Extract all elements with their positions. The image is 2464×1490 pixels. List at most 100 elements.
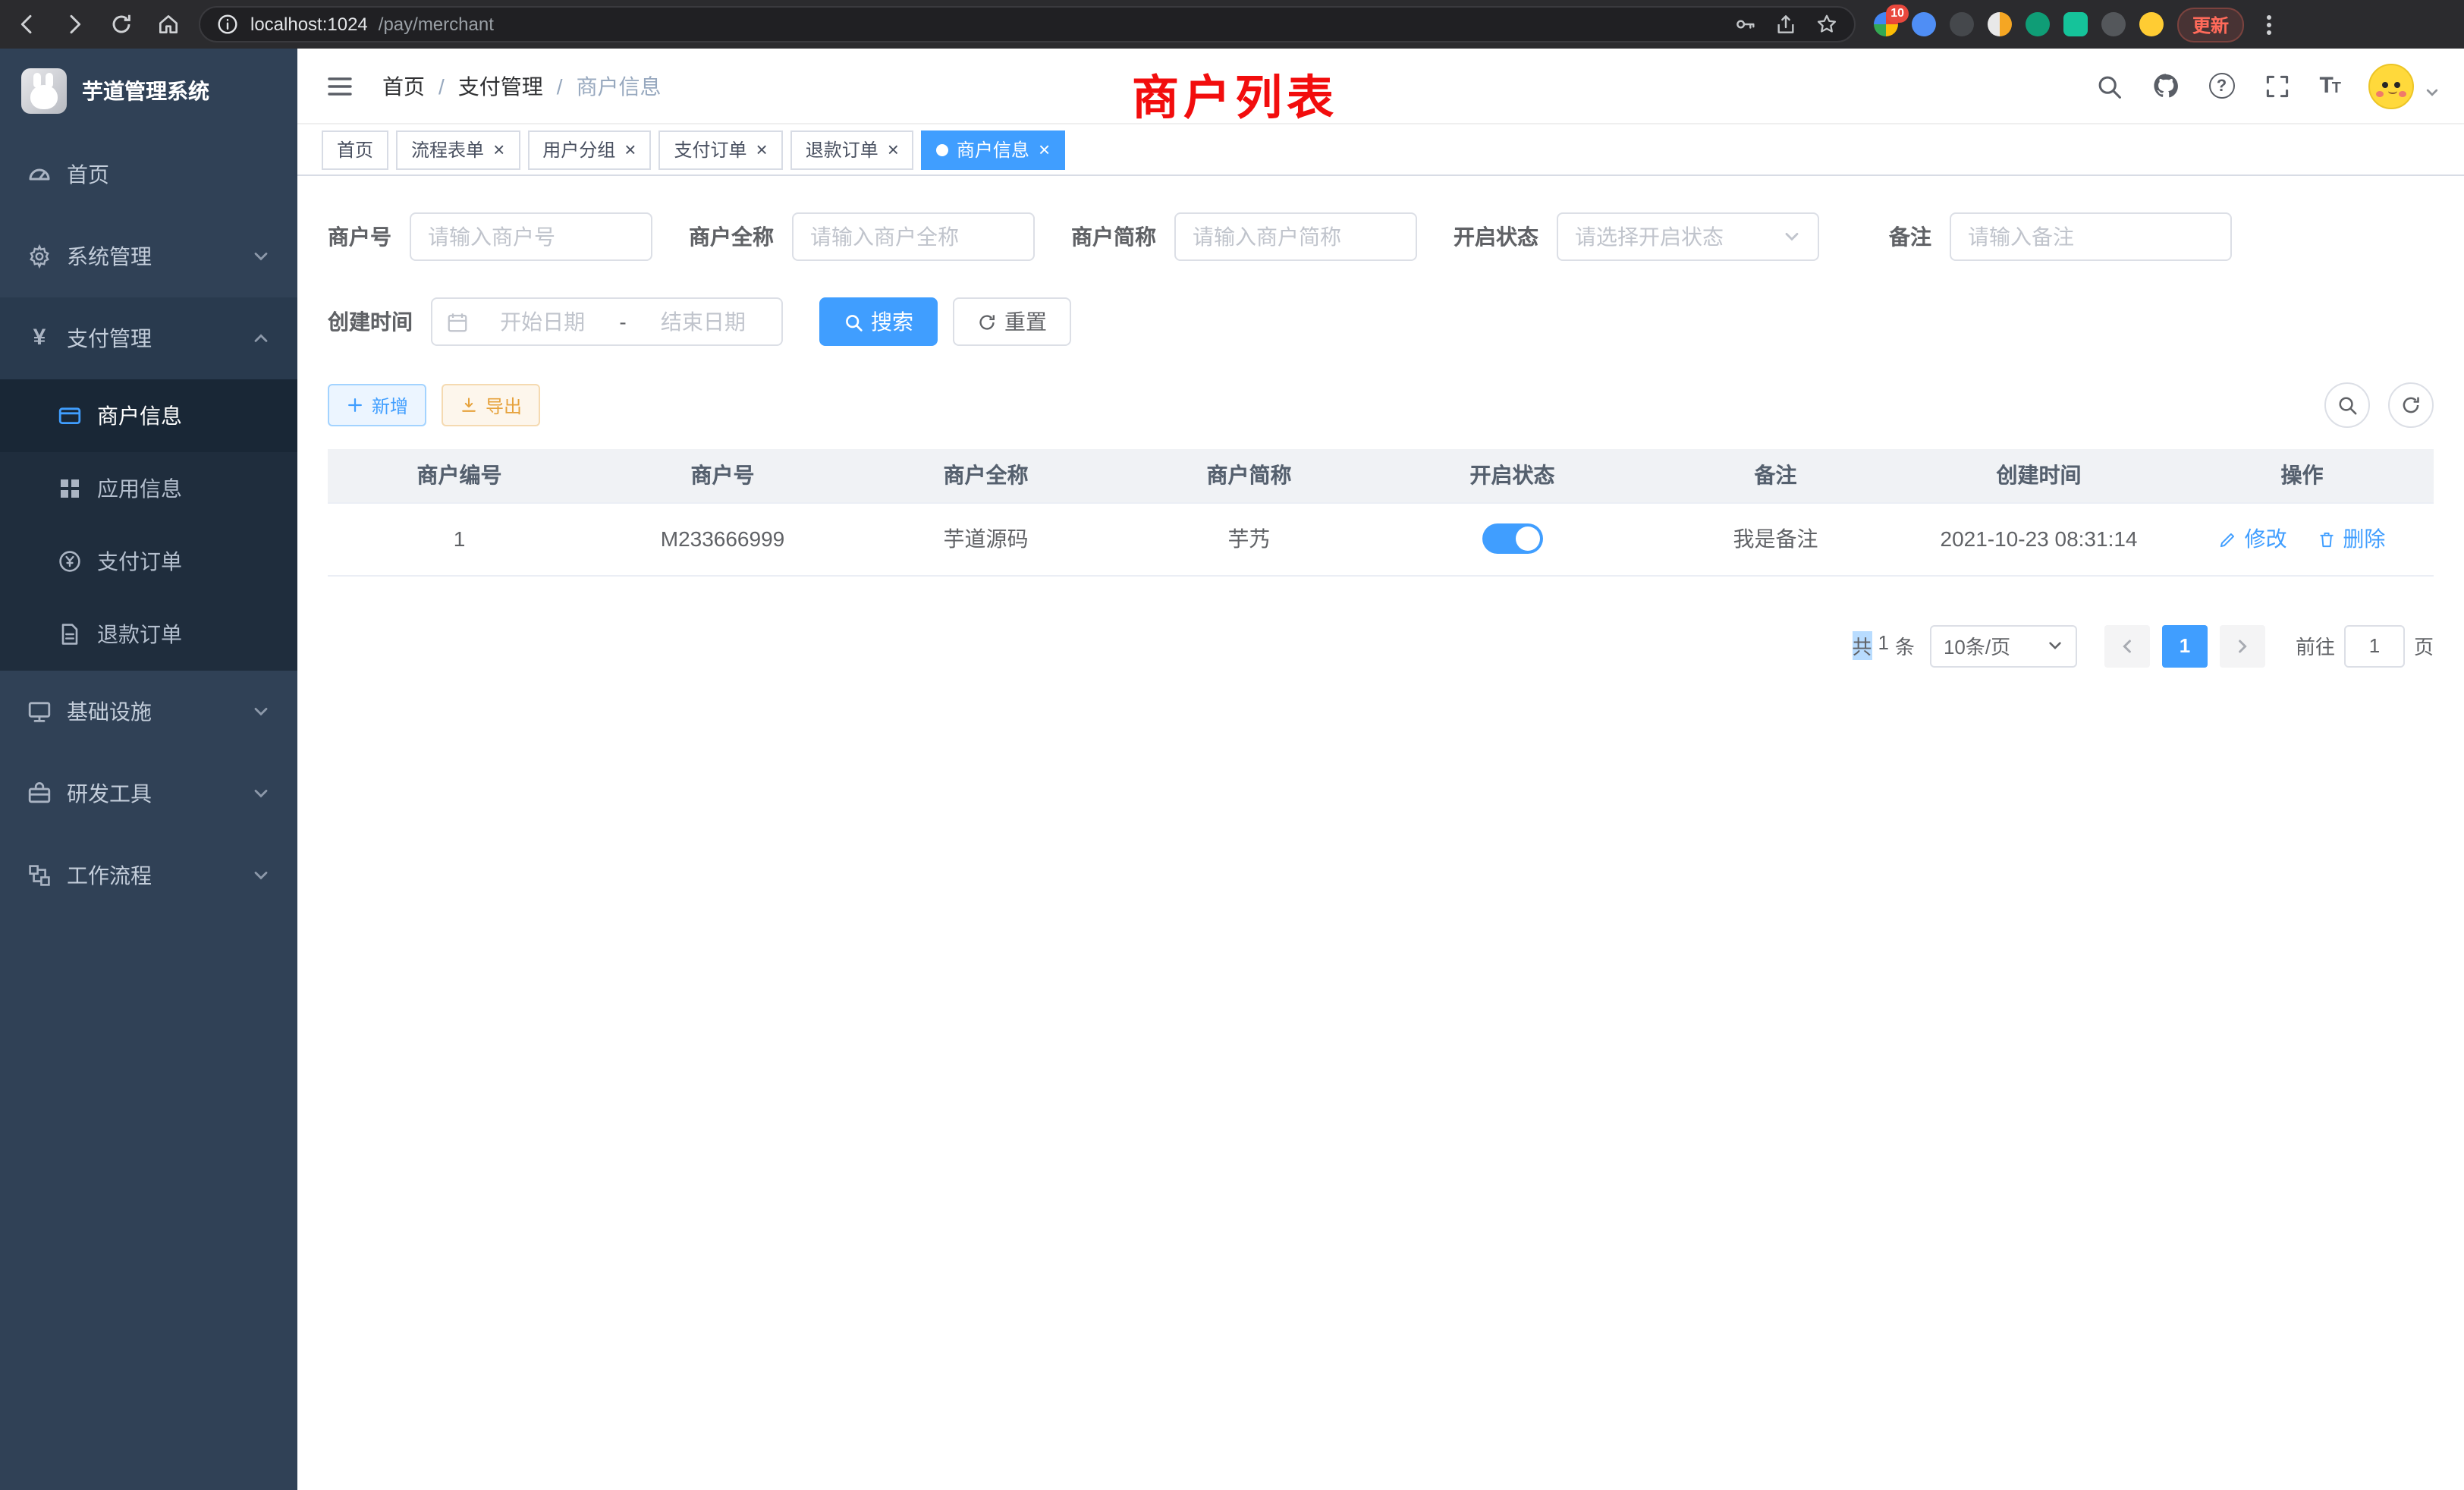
yen-icon: ¥ <box>27 326 52 350</box>
sidebar-item-payment[interactable]: ¥ 支付管理 <box>0 297 297 379</box>
date-range-picker[interactable]: 开始日期 - 结束日期 <box>431 297 783 346</box>
status-toggle[interactable] <box>1482 523 1543 554</box>
extension-badge: 10 <box>1886 5 1909 23</box>
forward-icon[interactable] <box>62 12 86 36</box>
prev-page-button[interactable] <box>2104 624 2150 667</box>
create-time-label: 创建时间 <box>328 306 413 337</box>
export-button[interactable]: 导出 <box>442 384 540 426</box>
page-content: 商户号 商户全称 商户简称 开启状态 请选择开启状态 <box>297 176 2464 1490</box>
tab-refund-orders[interactable]: 退款订单× <box>790 130 914 169</box>
close-icon[interactable]: × <box>624 140 636 159</box>
toggle-search-button[interactable] <box>2324 382 2370 428</box>
address-bar[interactable]: localhost:1024/pay/merchant <box>199 6 1856 42</box>
sidebar-item-label: 工作流程 <box>67 860 152 891</box>
close-icon[interactable]: × <box>1039 140 1050 159</box>
sidebar-item-system[interactable]: 系统管理 <box>0 215 297 297</box>
reload-icon[interactable] <box>109 12 134 36</box>
password-key-icon[interactable] <box>1733 12 1757 36</box>
search-button[interactable]: 搜索 <box>819 297 938 346</box>
delete-link[interactable]: 删除 <box>2317 523 2385 554</box>
screen: localhost:1024/pay/merchant 10 更新 <box>0 0 2464 1490</box>
sidebar-item-refund-orders[interactable]: 退款订单 <box>0 598 297 671</box>
coin-order-icon <box>58 549 82 574</box>
home-icon[interactable] <box>156 12 181 36</box>
sidebar-item-pay-orders[interactable]: 支付订单 <box>0 525 297 598</box>
remark-input[interactable] <box>1968 225 2214 249</box>
add-button[interactable]: 新增 <box>328 384 426 426</box>
browser-menu-icon[interactable] <box>2264 11 2274 37</box>
pagination: 共1条 10条/页 1 前往 页 <box>328 624 2434 667</box>
breadcrumb-home[interactable]: 首页 <box>382 71 425 101</box>
tab-process-form[interactable]: 流程表单× <box>396 130 520 169</box>
chevron-down-icon <box>252 784 270 803</box>
extension-icon-2[interactable] <box>1912 12 1936 36</box>
sidebar-item-app-info[interactable]: 应用信息 <box>0 452 297 525</box>
goto-page-input[interactable] <box>2344 624 2405 667</box>
extension-icon-7[interactable] <box>2101 12 2126 36</box>
breadcrumb-separator: / <box>438 74 445 98</box>
fullscreen-icon[interactable] <box>2263 72 2290 99</box>
page-number-button[interactable]: 1 <box>2162 624 2208 667</box>
bookmark-star-icon[interactable] <box>1815 12 1839 36</box>
toolbox-icon <box>27 781 52 806</box>
edit-link[interactable]: 修改 <box>2219 523 2287 554</box>
page-size-select[interactable]: 10条/页 <box>1930 624 2077 667</box>
merchant-no-input[interactable] <box>428 225 634 249</box>
refresh-icon <box>977 312 997 332</box>
user-avatar[interactable] <box>2368 63 2414 108</box>
close-icon[interactable]: × <box>888 140 899 159</box>
close-icon[interactable]: × <box>756 140 768 159</box>
full-name-input[interactable] <box>810 225 1017 249</box>
workflow-icon <box>27 863 52 888</box>
sidebar-item-dev-tools[interactable]: 研发工具 <box>0 753 297 835</box>
font-size-icon[interactable]: TT <box>2319 73 2340 99</box>
back-icon[interactable] <box>15 12 39 36</box>
tab-merchant-info[interactable]: 商户信息× <box>922 130 1065 169</box>
sidebar-item-infrastructure[interactable]: 基础设施 <box>0 671 297 753</box>
avatar-caret-icon[interactable] <box>2425 84 2440 99</box>
extension-icon-3[interactable] <box>1950 12 1974 36</box>
sidebar: 芋道管理系统 首页 系统管理 ¥ 支付管理 <box>0 49 297 1490</box>
tab-home[interactable]: 首页 <box>322 130 388 169</box>
app-title: 芋道管理系统 <box>82 76 209 106</box>
tags-view-bar: 首页 流程表单× 用户分组× 支付订单× 退款订单× 商户信息× <box>297 124 2464 176</box>
url-host: localhost:1024 <box>250 14 368 35</box>
chevron-down-icon <box>252 247 270 266</box>
col-full-name: 商户全称 <box>854 449 1117 502</box>
chevron-down-icon <box>2047 637 2063 654</box>
refresh-table-button[interactable] <box>2388 382 2434 428</box>
tab-user-group[interactable]: 用户分组× <box>527 130 651 169</box>
sidebar-item-merchant-info[interactable]: 商户信息 <box>0 379 297 452</box>
header-search-icon[interactable] <box>2095 72 2122 99</box>
reset-button[interactable]: 重置 <box>953 297 1071 346</box>
extension-icon-4[interactable] <box>1988 12 2012 36</box>
site-info-icon[interactable] <box>215 12 240 36</box>
extension-icon-6[interactable] <box>2063 12 2088 36</box>
col-remark: 备注 <box>1644 449 1907 502</box>
extension-icon-8[interactable] <box>2139 12 2164 36</box>
sidebar-item-home[interactable]: 首页 <box>0 134 297 215</box>
close-icon[interactable]: × <box>493 140 504 159</box>
breadcrumb-payment[interactable]: 支付管理 <box>458 71 543 101</box>
help-icon[interactable]: ? <box>2208 73 2234 99</box>
pagination-total: 共1条 <box>1852 631 1915 660</box>
next-page-button[interactable] <box>2220 624 2265 667</box>
extension-icon-5[interactable] <box>2026 12 2050 36</box>
sidebar-toggle-icon[interactable] <box>322 68 358 104</box>
app-logo[interactable]: 芋道管理系统 <box>0 49 297 134</box>
extension-icon-1[interactable]: 10 <box>1874 12 1898 36</box>
github-icon[interactable] <box>2151 71 2180 100</box>
sidebar-item-label: 支付管理 <box>67 323 152 354</box>
sidebar-item-workflow[interactable]: 工作流程 <box>0 835 297 916</box>
status-select[interactable]: 请选择开启状态 <box>1557 212 1819 261</box>
table-row: 1 M233666999 芋道源码 芋艿 我是备注 2021-10-23 08:… <box>328 502 2434 575</box>
short-name-input[interactable] <box>1193 225 1399 249</box>
browser-update-button[interactable]: 更新 <box>2177 7 2244 42</box>
page-unit-label: 页 <box>2414 631 2434 660</box>
short-name-label: 商户简称 <box>1071 222 1156 252</box>
full-name-label: 商户全称 <box>689 222 774 252</box>
goto-label: 前往 <box>2296 631 2335 660</box>
search-icon <box>2337 395 2358 416</box>
tab-pay-orders[interactable]: 支付订单× <box>658 130 782 169</box>
share-icon[interactable] <box>1774 12 1798 36</box>
